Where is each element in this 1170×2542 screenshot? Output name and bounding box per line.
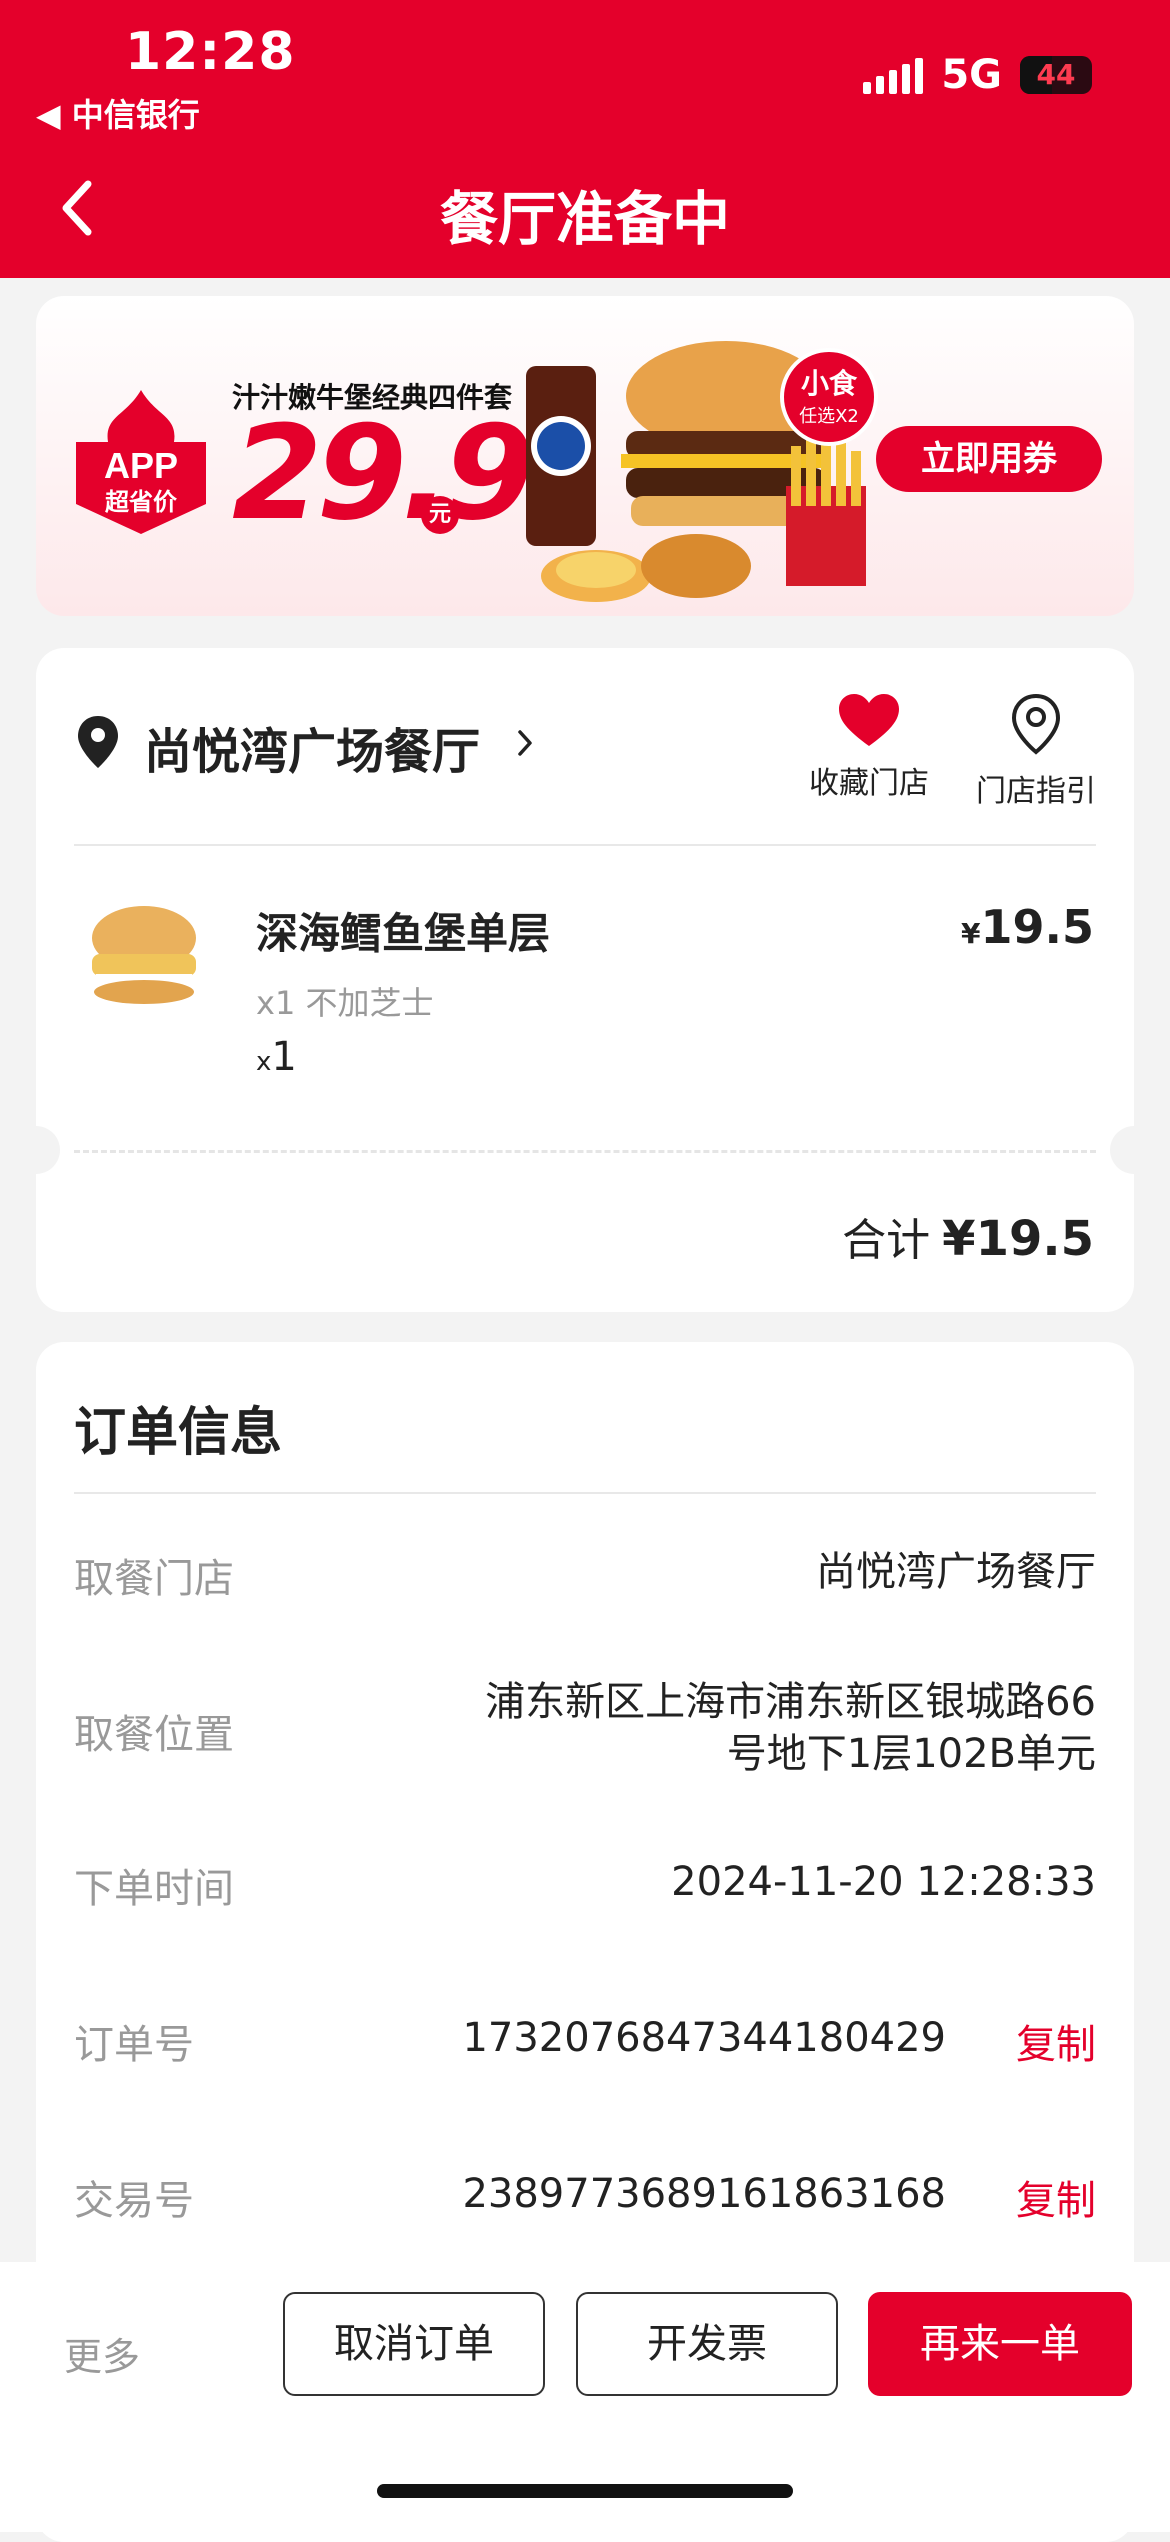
battery-level: 44 xyxy=(1036,58,1076,91)
info-value: 1732076847344180429 xyxy=(462,2015,946,2061)
status-indicators: 5G 44 xyxy=(863,52,1092,98)
more-button[interactable]: 更多 xyxy=(64,2326,140,2381)
order-info-title: 订单信息 xyxy=(74,1403,283,1463)
app-price-badge-icon: APP 超省价 xyxy=(76,390,206,534)
chevron-right-icon xyxy=(518,730,532,756)
item-price: ¥19.5 xyxy=(961,900,1094,954)
info-label: 交易号 xyxy=(74,2178,194,2224)
order-summary-card: 尚悦湾广场餐厅 收藏门店 门店指引 深海鳕鱼堡单层 x1 不加芝士 x1 ¥19… xyxy=(12,648,1158,1312)
qty-value: 1 xyxy=(271,1034,297,1080)
burger-thumbnail-image xyxy=(92,906,196,1004)
currency-symbol: ¥ xyxy=(961,917,981,950)
item-quantity: x1 xyxy=(256,1034,297,1080)
item-price-value: 19.5 xyxy=(980,900,1095,954)
info-value: 2389773689161863168 xyxy=(462,2171,946,2217)
home-indicator[interactable] xyxy=(377,2484,793,2498)
store-name-link[interactable]: 尚悦湾广场餐厅 xyxy=(144,712,480,782)
map-pin-outline-icon xyxy=(1011,693,1061,755)
store-guide-button[interactable]: 门店指引 xyxy=(966,692,1106,810)
ticket-notch-right xyxy=(1110,1126,1158,1174)
signal-icon xyxy=(863,56,924,94)
info-value: 浦东新区上海市浦东新区银城路66 号地下1层102B单元 xyxy=(485,1676,1096,1780)
location-pin-icon xyxy=(78,716,118,768)
battery-icon: 44 xyxy=(1020,56,1092,94)
item-name: 深海鳕鱼堡单层 xyxy=(256,909,551,958)
info-value: 尚悦湾广场餐厅 xyxy=(816,1549,1096,1595)
divider xyxy=(74,1492,1096,1494)
dashed-divider xyxy=(74,1150,1096,1153)
promo-price: 29.9 xyxy=(232,397,535,549)
order-total: 合计 ¥19.5 xyxy=(842,1204,1094,1268)
info-label: 下单时间 xyxy=(74,1866,234,1912)
use-coupon-button[interactable]: 立即用券 xyxy=(876,426,1102,492)
top-header: 12:28 ◀ 中信银行 5G 44 餐厅准备中 xyxy=(0,0,1170,278)
snack-badge-line2: 任选X2 xyxy=(799,406,859,427)
heart-icon xyxy=(839,694,899,746)
favorite-store-button[interactable]: 收藏门店 xyxy=(804,692,934,802)
page-title: 餐厅准备中 xyxy=(439,185,730,253)
item-option: x1 不加芝士 xyxy=(256,984,434,1022)
reorder-button[interactable]: 再来一单 xyxy=(868,2292,1132,2396)
info-label: 取餐门店 xyxy=(74,1556,234,1602)
issue-invoice-button[interactable]: 开发票 xyxy=(576,2292,838,2396)
cancel-order-button[interactable]: 取消订单 xyxy=(283,2292,545,2396)
ticket-notch-left xyxy=(12,1126,60,1174)
location-line2: 号地下1层102B单元 xyxy=(726,1731,1096,1777)
store-guide-label: 门店指引 xyxy=(976,774,1096,809)
info-label: 取餐位置 xyxy=(74,1712,234,1758)
network-type: 5G xyxy=(941,52,1002,98)
snack-badge: 小食 任选X2 xyxy=(780,348,878,446)
info-label: 订单号 xyxy=(74,2022,194,2068)
app-badge-line1: APP xyxy=(104,445,178,486)
status-time: 12:28 xyxy=(125,22,296,82)
snack-badge-line1: 小食 xyxy=(800,367,857,400)
copy-transaction-number-button[interactable]: 复制 xyxy=(1016,2168,1096,2226)
promo-banner[interactable]: APP 超省价 汁汁嫩牛堡经典四件套 29.9 元 小食 任选X2 立即用券 xyxy=(36,296,1134,616)
location-line1: 浦东新区上海市浦东新区银城路66 xyxy=(485,1679,1096,1725)
divider xyxy=(74,844,1096,846)
favorite-store-label: 收藏门店 xyxy=(809,766,929,801)
copy-order-number-button[interactable]: 复制 xyxy=(1016,2012,1096,2070)
yuan-label: 元 xyxy=(421,496,459,534)
qty-prefix: x xyxy=(256,1047,272,1077)
total-label: 合计 xyxy=(842,1215,931,1266)
total-amount: ¥19.5 xyxy=(942,1211,1094,1267)
app-badge-line2: 超省价 xyxy=(105,488,178,516)
info-value: 2024-11-20 12:28:33 xyxy=(671,1859,1096,1905)
back-to-app-link[interactable]: ◀ 中信银行 xyxy=(36,90,200,136)
